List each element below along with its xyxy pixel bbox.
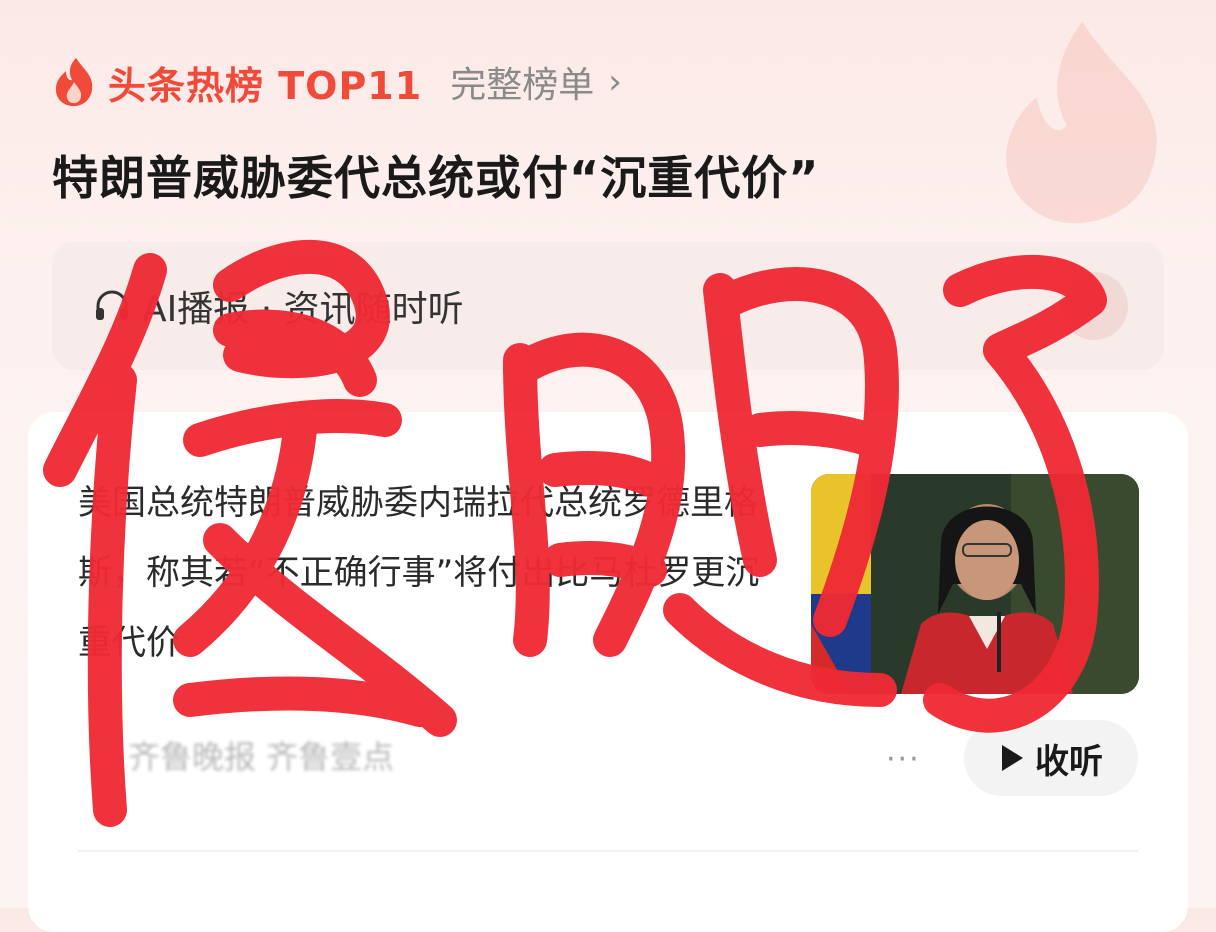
card-divider [78, 850, 1138, 852]
headphones-icon [96, 290, 128, 320]
chevron-right-icon: › [608, 62, 622, 102]
more-dots-icon[interactable]: ··· [886, 742, 921, 777]
full-list-link[interactable]: 完整榜单 › [450, 56, 622, 108]
ai-broadcast-label: AI播报 · 资讯随时听 [142, 289, 464, 330]
news-source: 齐鲁晚报 齐鲁壹点 [128, 738, 395, 776]
news-card[interactable]: 美国总统特朗普威胁委内瑞拉代总统罗德里格斯，称其若“不正确行事”将付出比马杜罗更… [28, 412, 1188, 932]
ai-broadcast-bar[interactable]: AI播报 · 资讯随时听 [52, 242, 1164, 370]
hot-list-title: 头条热榜 TOP11 [108, 63, 423, 108]
play-icon [1002, 745, 1023, 771]
full-list-label: 完整榜单 [450, 65, 595, 106]
news-headline[interactable]: 特朗普威胁委代总统或付“沉重代价” [52, 142, 819, 208]
listen-label: 收听 [1035, 741, 1103, 782]
news-summary: 美国总统特朗普威胁委内瑞拉代总统罗德里格斯，称其若“不正确行事”将付出比马杜罗更… [78, 483, 760, 663]
news-thumbnail-photo [811, 474, 1139, 694]
background-flame-decoration [1006, 21, 1157, 224]
ai-broadcast-play-icon[interactable] [1060, 272, 1128, 340]
hot-list-header: 头条热榜 TOP11 完整榜单 › [52, 52, 622, 112]
listen-button[interactable]: 收听 [964, 720, 1138, 796]
flame-icon [55, 58, 93, 107]
